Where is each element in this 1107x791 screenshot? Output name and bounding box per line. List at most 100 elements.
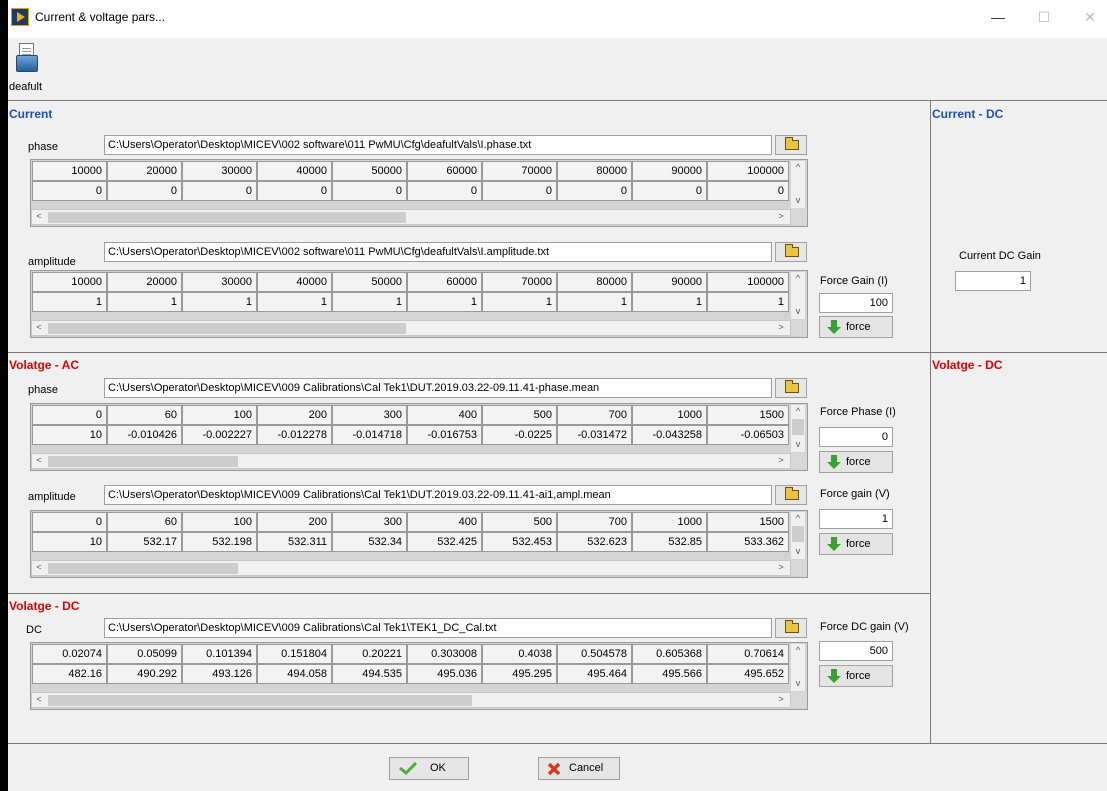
current-phase-path[interactable]: C:\Users\Operator\Desktop\MICEV\002 soft… xyxy=(104,135,772,155)
table-cell[interactable]: 495.036 xyxy=(407,664,482,684)
force-dc-gain-v-button[interactable]: force xyxy=(819,665,893,687)
table-cell[interactable]: 70000 xyxy=(482,272,557,292)
table-cell[interactable]: 482.16 xyxy=(32,664,107,684)
voltage-phase-browse-button[interactable] xyxy=(775,378,807,398)
table-cell[interactable]: -0.014718 xyxy=(332,425,407,445)
table-cell[interactable]: 1 xyxy=(632,292,707,312)
force-gain-i-button[interactable]: force xyxy=(819,316,893,338)
table-cell[interactable]: 1 xyxy=(407,292,482,312)
table-cell[interactable]: 90000 xyxy=(632,161,707,181)
scroll-left-icon[interactable]: < xyxy=(32,455,46,465)
table-cell[interactable]: 0 xyxy=(632,181,707,201)
table-cell[interactable]: 1 xyxy=(332,292,407,312)
vertical-scrollbar[interactable]: ^ v xyxy=(791,512,805,559)
table-cell[interactable]: 532.311 xyxy=(257,532,332,552)
scroll-up-icon[interactable]: ^ xyxy=(791,406,805,416)
table-cell[interactable]: 490.292 xyxy=(107,664,182,684)
scroll-right-icon[interactable]: > xyxy=(774,322,788,332)
table-cell[interactable]: 100000 xyxy=(707,161,789,181)
table-cell[interactable]: 0 xyxy=(182,181,257,201)
scroll-left-icon[interactable]: < xyxy=(32,211,46,221)
table-cell[interactable]: 1 xyxy=(182,292,257,312)
table-cell[interactable]: 0.20221 xyxy=(332,644,407,664)
scroll-thumb[interactable] xyxy=(48,456,238,467)
current-phase-table[interactable]: 10000 20000 30000 40000 50000 60000 7000… xyxy=(30,159,808,227)
table-cell[interactable]: 0.605368 xyxy=(632,644,707,664)
current-amplitude-table[interactable]: 10000 20000 30000 40000 50000 60000 7000… xyxy=(30,270,808,338)
force-dc-gain-v-input[interactable]: 500 xyxy=(819,641,893,661)
table-cell[interactable]: 500 xyxy=(482,405,557,425)
voltage-amplitude-path[interactable]: C:\Users\Operator\Desktop\MICEV\009 Cali… xyxy=(104,485,772,505)
scroll-thumb[interactable] xyxy=(48,563,238,574)
current-amplitude-path[interactable]: C:\Users\Operator\Desktop\MICEV\002 soft… xyxy=(104,242,772,262)
table-cell[interactable]: 0 xyxy=(32,181,107,201)
vertical-scrollbar[interactable]: ^ v xyxy=(791,161,805,208)
table-cell[interactable]: 495.464 xyxy=(557,664,632,684)
table-cell[interactable]: 1 xyxy=(107,292,182,312)
maximize-button[interactable]: ☐ xyxy=(1024,5,1064,29)
table-cell[interactable]: 30000 xyxy=(182,161,257,181)
table-cell[interactable]: 100 xyxy=(182,512,257,532)
current-amplitude-browse-button[interactable] xyxy=(775,242,807,262)
force-phase-i-button[interactable]: force xyxy=(819,451,893,473)
table-cell[interactable]: 532.425 xyxy=(407,532,482,552)
scroll-thumb[interactable] xyxy=(48,212,406,223)
table-cell[interactable]: 0 xyxy=(257,181,332,201)
default-file-icon[interactable] xyxy=(16,43,38,73)
table-cell[interactable]: 1500 xyxy=(707,512,789,532)
table-cell[interactable]: 495.566 xyxy=(632,664,707,684)
table-cell[interactable]: 533.362 xyxy=(707,532,789,552)
table-cell[interactable]: 80000 xyxy=(557,272,632,292)
force-gain-v-button[interactable]: force xyxy=(819,533,893,555)
table-cell[interactable]: 90000 xyxy=(632,272,707,292)
vertical-scrollbar[interactable]: ^ v xyxy=(791,644,805,691)
scroll-thumb[interactable] xyxy=(48,323,406,334)
scroll-up-icon[interactable]: ^ xyxy=(791,162,805,172)
table-cell[interactable]: -0.012278 xyxy=(257,425,332,445)
table-cell[interactable]: 532.17 xyxy=(107,532,182,552)
current-phase-browse-button[interactable] xyxy=(775,135,807,155)
table-cell[interactable]: 60 xyxy=(107,512,182,532)
table-cell[interactable]: 0.504578 xyxy=(557,644,632,664)
force-gain-i-input[interactable]: 100 xyxy=(819,293,893,313)
horizontal-scrollbar[interactable]: < > xyxy=(31,560,791,576)
table-cell[interactable]: 1500 xyxy=(707,405,789,425)
voltage-amplitude-table[interactable]: 0 60 100 200 300 400 500 700 1000 1500 1… xyxy=(30,510,808,578)
force-phase-i-input[interactable]: 0 xyxy=(819,427,893,447)
table-cell[interactable]: 0.70614 xyxy=(707,644,789,664)
table-cell[interactable]: 60 xyxy=(107,405,182,425)
table-cell[interactable]: 20000 xyxy=(107,272,182,292)
table-cell[interactable]: 0.303008 xyxy=(407,644,482,664)
dc-browse-button[interactable] xyxy=(775,618,807,638)
scroll-down-icon[interactable]: v xyxy=(791,306,805,316)
table-cell[interactable]: 0 xyxy=(407,181,482,201)
table-cell[interactable]: 500 xyxy=(482,512,557,532)
table-cell[interactable]: -0.010426 xyxy=(107,425,182,445)
vertical-scrollbar[interactable]: ^ v xyxy=(791,272,805,319)
close-button[interactable]: ✕ xyxy=(1070,5,1107,29)
voltage-phase-path[interactable]: C:\Users\Operator\Desktop\MICEV\009 Cali… xyxy=(104,378,772,398)
table-cell[interactable]: 495.295 xyxy=(482,664,557,684)
table-cell[interactable]: 60000 xyxy=(407,272,482,292)
cancel-button[interactable]: Cancel xyxy=(538,757,620,780)
table-cell[interactable]: -0.043258 xyxy=(632,425,707,445)
table-cell[interactable]: -0.06503 xyxy=(707,425,789,445)
vertical-scrollbar[interactable]: ^ v xyxy=(791,405,805,452)
table-cell[interactable]: -0.0225 xyxy=(482,425,557,445)
table-cell[interactable]: 100000 xyxy=(707,272,789,292)
scroll-right-icon[interactable]: > xyxy=(774,694,788,704)
table-cell[interactable]: 1 xyxy=(557,292,632,312)
scroll-up-icon[interactable]: ^ xyxy=(791,273,805,283)
default-button-label[interactable]: deafult xyxy=(9,81,42,93)
scroll-thumb[interactable] xyxy=(792,419,804,435)
horizontal-scrollbar[interactable]: < > xyxy=(31,453,791,469)
table-cell[interactable]: 532.85 xyxy=(632,532,707,552)
scroll-thumb[interactable] xyxy=(792,526,804,542)
scroll-left-icon[interactable]: < xyxy=(32,694,46,704)
table-cell[interactable]: 0.05099 xyxy=(107,644,182,664)
voltage-phase-table[interactable]: 0 60 100 200 300 400 500 700 1000 1500 1… xyxy=(30,403,808,471)
scroll-down-icon[interactable]: v xyxy=(791,439,805,449)
table-cell[interactable]: 495.652 xyxy=(707,664,789,684)
table-cell[interactable]: 532.34 xyxy=(332,532,407,552)
table-cell[interactable]: 100 xyxy=(182,405,257,425)
